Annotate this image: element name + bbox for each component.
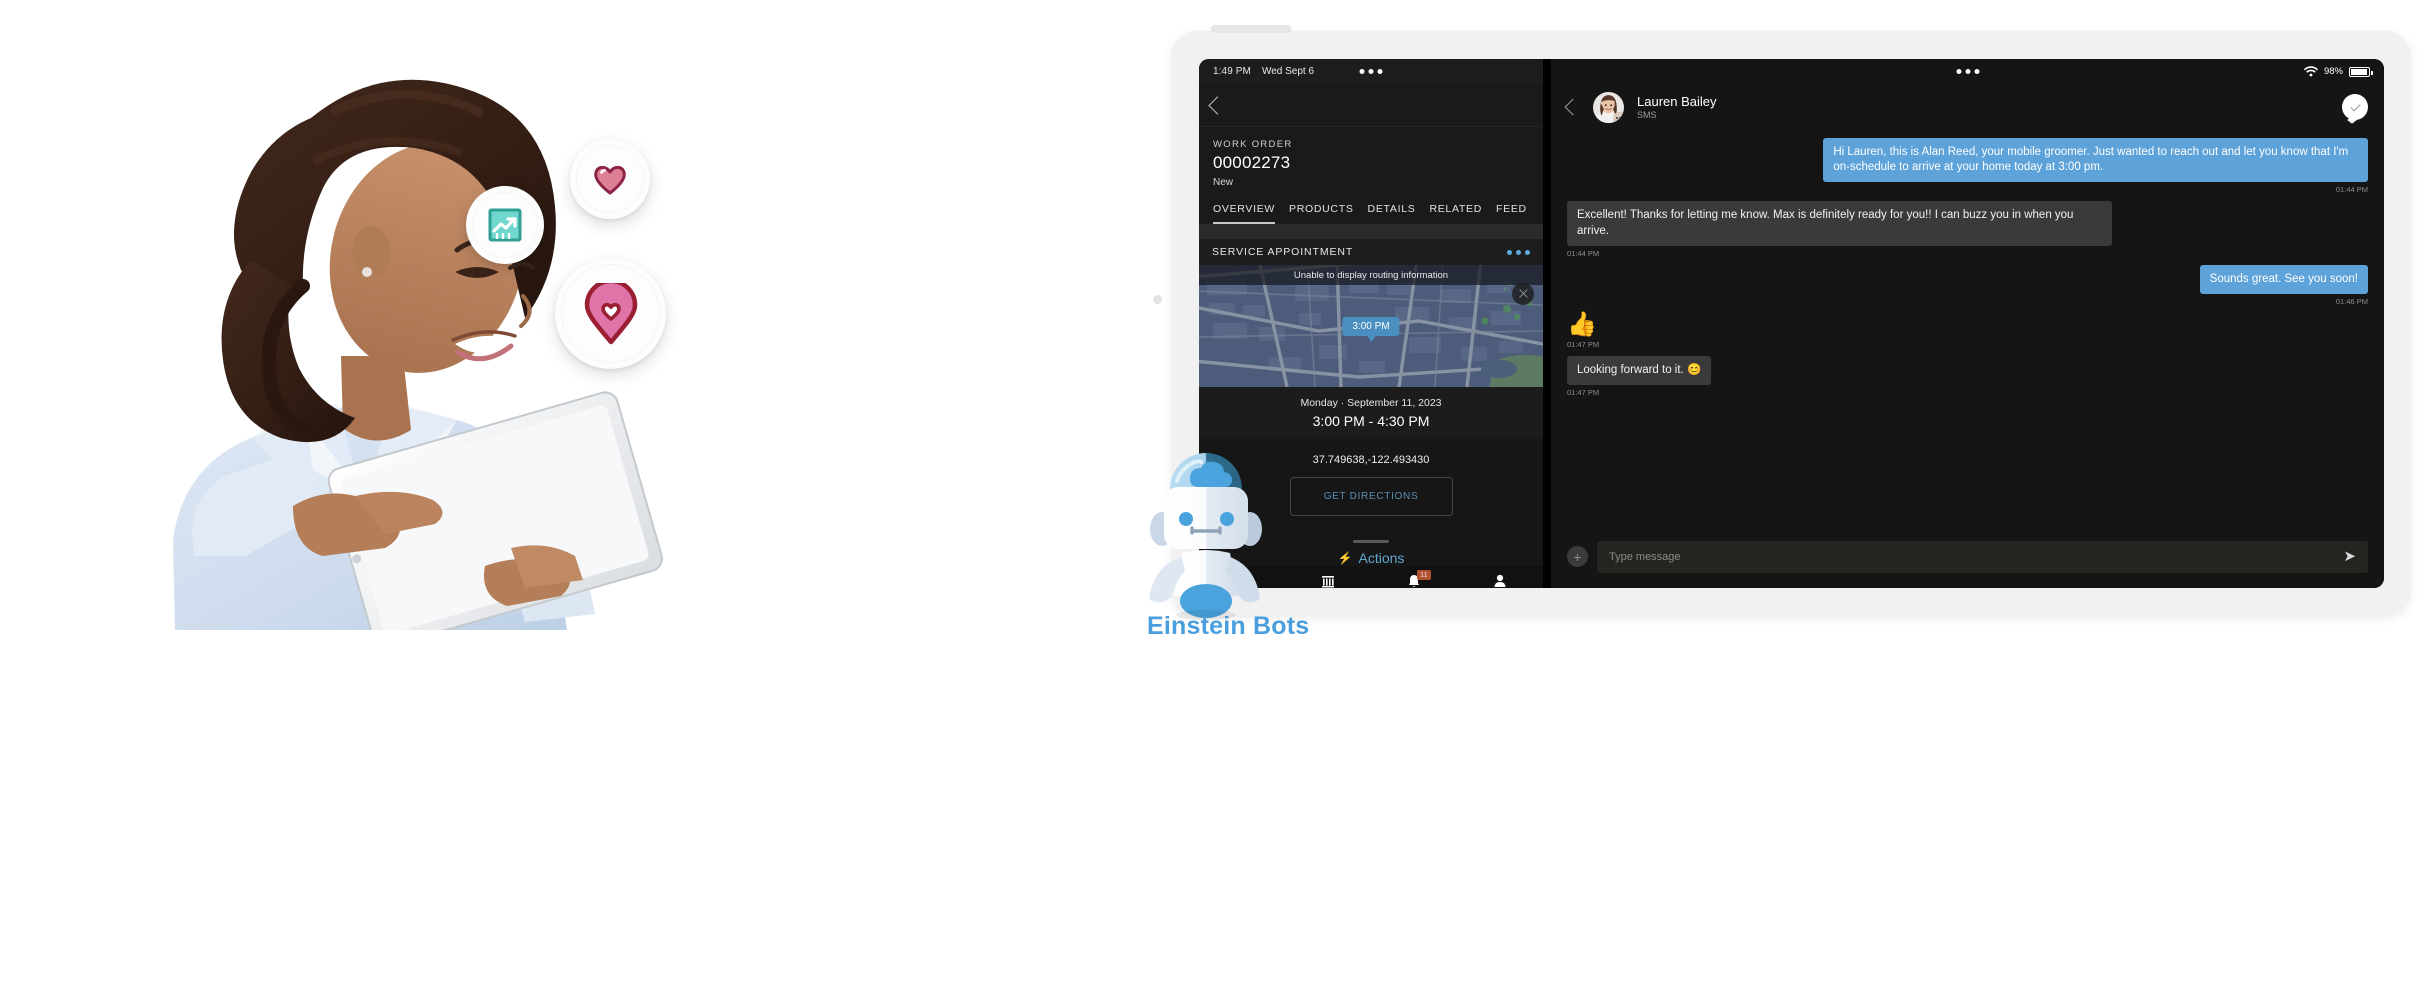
- inventory-icon: [1322, 575, 1334, 587]
- map-banner: Unable to display routing information: [1199, 265, 1543, 285]
- message-row: Looking forward to it. 😊 01:47 PM: [1567, 355, 2368, 398]
- tabbar-item-notifications[interactable]: 11 Notifications: [1371, 569, 1457, 589]
- chat-back-chevron-icon[interactable]: [1564, 98, 1582, 116]
- location-heart-pin-icon: [584, 282, 637, 344]
- app-nav-row: [1199, 84, 1543, 127]
- avatar: [1593, 91, 1624, 123]
- service-appointment-title: SERVICE APPOINTMENT: [1212, 246, 1354, 258]
- battery-icon: [2349, 66, 2373, 77]
- status-time: 1:49 PM: [1213, 66, 1251, 77]
- badge-chart: [466, 186, 544, 264]
- message-bubble: Excellent! Thanks for letting me know. M…: [1567, 201, 2112, 246]
- lightning-bolt-icon: ⚡: [1337, 551, 1353, 565]
- sms-channel-icon: [1613, 111, 1624, 123]
- heart-icon: [594, 165, 626, 195]
- thumbs-up-icon: 👍: [1567, 310, 1597, 338]
- map-time-pin[interactable]: 3:00 PM: [1342, 317, 1400, 342]
- badge-location-pin: [555, 258, 666, 369]
- message-row: 👍 01:47 PM: [1567, 310, 2368, 349]
- message-row: Sounds great. See you soon! 01:46 PM: [1567, 264, 2368, 306]
- message-row: Excellent! Thanks for letting me know. M…: [1567, 201, 2368, 258]
- poster-canvas: 1:49 PM Wed Sept 6 WORK ORDER 00002273 N…: [0, 0, 2418, 1002]
- map-close-icon[interactable]: [1512, 283, 1534, 305]
- service-appointment-overflow-icon[interactable]: [1507, 249, 1530, 255]
- battery-percent: 98%: [2323, 66, 2343, 77]
- chat-overflow-icon[interactable]: [1956, 69, 1979, 74]
- tab-feed[interactable]: FEED: [1496, 197, 1527, 224]
- work-order-label: WORK ORDER: [1213, 139, 1293, 150]
- actions-row[interactable]: ⚡ Actions: [1338, 550, 1405, 566]
- tab-products[interactable]: PRODUCTS: [1289, 197, 1354, 224]
- notifications-badge: 11: [1417, 569, 1431, 580]
- message-input-placeholder: Type message: [1609, 550, 1681, 563]
- message-composer: + Type message ➤: [1567, 537, 2368, 576]
- message-input[interactable]: Type message ➤: [1597, 540, 2368, 573]
- tab-divider-strip: [1199, 225, 1543, 239]
- tabbar-item-profile[interactable]: Profile: [1457, 573, 1543, 589]
- work-order-number: 00002273: [1213, 153, 1291, 172]
- tab-details[interactable]: DETAILS: [1368, 197, 1416, 224]
- service-appointment-header: SERVICE APPOINTMENT: [1199, 239, 1543, 265]
- tabbar-item-inventory[interactable]: Inventory: [1285, 573, 1371, 589]
- message-list: Hi Lauren, this is Alan Reed, your mobil…: [1551, 130, 2384, 537]
- message-timestamp: 01:47 PM: [1567, 339, 1600, 349]
- route-map[interactable]: Unable to display routing information 3:…: [1199, 265, 1543, 387]
- message-timestamp: 01:44 PM: [1567, 248, 1600, 258]
- work-order-status: New: [1213, 177, 1234, 188]
- end-conversation-button[interactable]: [2342, 94, 2368, 120]
- badge-heart: [570, 139, 650, 219]
- message-timestamp: 01:44 PM: [2335, 185, 2368, 195]
- status-right-cluster: 98%: [2304, 66, 2373, 77]
- message-bubble: Looking forward to it. 😊: [1567, 355, 1712, 386]
- back-chevron-icon[interactable]: [1208, 95, 1227, 115]
- chat-pane: 98% Lauren Bailey SMS Hi Lauren, this is…: [1551, 59, 2384, 588]
- app-status-bar: 1:49 PM Wed Sept 6: [1199, 59, 1543, 84]
- message-row: Hi Lauren, this is Alan Reed, your mobil…: [1567, 138, 2368, 194]
- appointment-date: Monday · September 11, 2023: [1300, 397, 1442, 409]
- contact-name: Lauren Bailey: [1637, 94, 1717, 109]
- status-date: Wed Sept 6: [1261, 66, 1315, 77]
- tablet-home-button[interactable]: [1153, 295, 1162, 304]
- tab-related[interactable]: RELATED: [1429, 197, 1482, 224]
- message-bubble: Hi Lauren, this is Alan Reed, your mobil…: [1823, 138, 2368, 183]
- einstein-bot-mascot: [1138, 425, 1273, 620]
- tablet-screen: 1:49 PM Wed Sept 6 WORK ORDER 00002273 N…: [1199, 59, 2384, 588]
- add-attachment-button[interactable]: +: [1567, 546, 1588, 567]
- person-icon: [1494, 574, 1506, 587]
- message-timestamp: 01:46 PM: [2335, 296, 2368, 306]
- message-timestamp: 01:47 PM: [1567, 388, 1600, 398]
- coordinates-text: 37.749638,-122.493430: [1312, 454, 1430, 466]
- work-order-tabs: OVERVIEW PRODUCTS DETAILS RELATED FEED: [1199, 197, 1543, 225]
- chat-status-bar: 98%: [1551, 59, 2384, 84]
- actions-drawer-grabber[interactable]: [1353, 540, 1389, 543]
- check-icon: [2350, 101, 2360, 111]
- actions-label: Actions: [1358, 550, 1405, 566]
- contact-info: Lauren Bailey SMS: [1637, 94, 1717, 120]
- get-directions-button[interactable]: GET DIRECTIONS: [1289, 477, 1453, 516]
- page-caption: Einstein Bots: [1147, 612, 1310, 640]
- status-overflow-icon[interactable]: [1359, 69, 1383, 74]
- work-order-header: WORK ORDER 00002273 New: [1199, 127, 1543, 197]
- chart-trending-icon: [488, 208, 522, 242]
- send-button[interactable]: ➤: [2343, 549, 2356, 564]
- pane-divider: [1543, 59, 1551, 588]
- contact-channel: SMS: [1637, 110, 1657, 120]
- tablet-notch: [1211, 25, 1291, 33]
- chat-header: Lauren Bailey SMS: [1551, 84, 2384, 130]
- message-bubble: Sounds great. See you soon!: [2199, 264, 2368, 294]
- tab-overview[interactable]: OVERVIEW: [1213, 197, 1276, 224]
- tablet-device: 1:49 PM Wed Sept 6 WORK ORDER 00002273 N…: [1153, 25, 2411, 617]
- wifi-icon: [2304, 66, 2318, 77]
